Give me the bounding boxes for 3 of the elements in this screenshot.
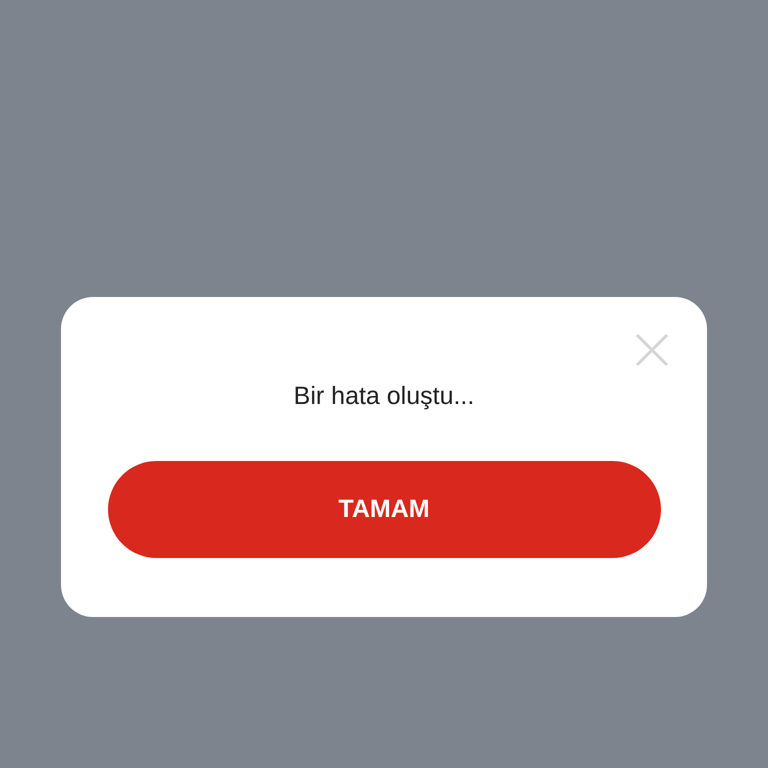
ok-button[interactable]: TAMAM	[108, 461, 660, 558]
error-message: Bir hata oluştu...	[294, 384, 474, 409]
close-icon[interactable]	[635, 333, 669, 367]
